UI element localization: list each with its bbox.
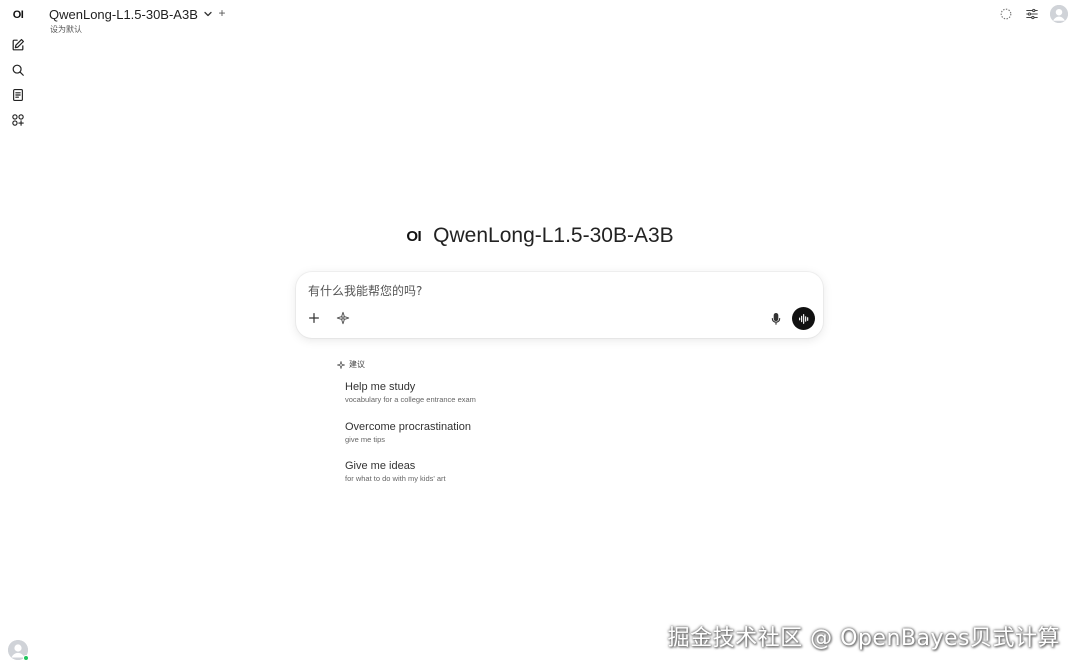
loading-circle-icon[interactable]	[998, 6, 1014, 22]
suggestion-item[interactable]: Overcome procrastination give me tips	[345, 420, 471, 445]
suggestion-title: Overcome procrastination	[345, 421, 471, 433]
suggestion-subtitle: vocabulary for a college entrance exam	[345, 395, 476, 404]
sparkle-icon	[337, 360, 345, 369]
microphone-icon[interactable]	[768, 311, 784, 327]
chat-input[interactable]	[308, 282, 788, 300]
plus-icon[interactable]	[306, 310, 322, 326]
workspace-grid-icon[interactable]	[10, 112, 26, 128]
model-selector[interactable]: QwenLong-L1.5-30B-A3B	[49, 5, 213, 23]
waveform-icon	[798, 313, 808, 324]
sliders-icon[interactable]	[1024, 6, 1040, 22]
notes-icon[interactable]	[10, 87, 26, 103]
chevron-down-icon	[204, 11, 212, 17]
suggestion-item[interactable]: Give me ideas for what to do with my kid…	[345, 459, 446, 484]
model-logo: OI	[406, 227, 422, 245]
search-icon[interactable]	[10, 62, 26, 78]
sidebar-rail: OI	[0, 0, 36, 671]
user-avatar-icon[interactable]	[1050, 5, 1068, 23]
suggestion-title: Help me study	[345, 381, 416, 393]
suggestion-item[interactable]: Help me study vocabulary for a college e…	[345, 380, 476, 405]
suggestion-subtitle: for what to do with my kids' art	[345, 474, 446, 483]
suggestion-title: Give me ideas	[345, 460, 416, 472]
online-status-dot	[23, 655, 29, 661]
set-default-link[interactable]: 设为默认	[50, 24, 82, 35]
app-logo[interactable]: OI	[8, 8, 28, 22]
add-model-button[interactable]: +	[216, 5, 228, 21]
new-chat-icon[interactable]	[10, 37, 26, 53]
hero-model-title: QwenLong-L1.5-30B-A3B	[433, 224, 674, 247]
voice-mode-button[interactable]	[792, 307, 815, 330]
top-right-controls	[998, 5, 1068, 23]
suggestions-header: 建议	[337, 359, 365, 370]
watermark-text: 掘金技术社区 @ OpenBayes贝式计算	[667, 626, 1060, 651]
suggestion-subtitle: give me tips	[345, 435, 386, 444]
welcome-hero: OI QwenLong-L1.5-30B-A3B	[0, 224, 1080, 248]
model-name: QwenLong-L1.5-30B-A3B	[49, 6, 198, 22]
chat-input-box	[296, 272, 823, 338]
tools-sparkle-icon[interactable]	[335, 310, 351, 326]
suggestions-label: 建议	[349, 360, 365, 369]
